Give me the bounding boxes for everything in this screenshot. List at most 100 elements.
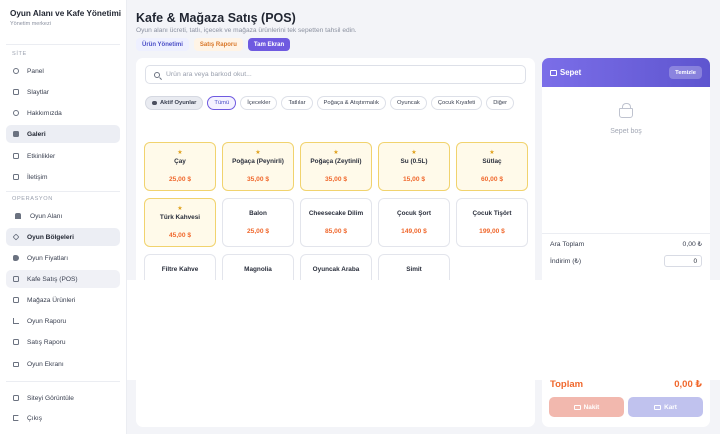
sidebar-item-contact[interactable]: İletişim (6, 168, 120, 186)
total-label: Toplam (550, 379, 584, 390)
discount-row: İndirim (₺) (550, 255, 702, 267)
category-chip-kids-clothing[interactable]: Çocuk Kıyafeti (430, 96, 483, 110)
sidebar-item-slides[interactable]: Slaytlar (6, 83, 120, 101)
product-card[interactable]: ★ Sütlaç 60,00 $ (456, 142, 528, 191)
tab-sales-report[interactable]: Satış Raporu (193, 38, 243, 51)
product-price: 25,00 $ (247, 228, 269, 235)
sidebar-item-play-prices[interactable]: Oyun Fiyatları (6, 249, 120, 267)
cart-divider (542, 233, 710, 234)
sidebar-item-label: Kafe Satış (POS) (27, 275, 78, 283)
pos-icon (13, 276, 19, 282)
sidebar-item-label: Oyun Raporu (27, 317, 67, 325)
sidebar-divider (6, 381, 120, 382)
sidebar-item-play-report[interactable]: Oyun Raporu (6, 312, 120, 330)
sidebar-item-view-site[interactable]: Siteyi Görüntüle (6, 389, 120, 407)
product-card[interactable]: Balon 25,00 $ (222, 198, 294, 247)
sidebar-item-events[interactable]: Etkinlikler (6, 147, 120, 165)
category-chip-all[interactable]: Tümü (207, 96, 237, 110)
discount-input[interactable] (664, 255, 702, 267)
sidebar-item-store-products[interactable]: Mağaza Ürünleri (6, 291, 120, 309)
mail-icon (13, 174, 19, 180)
sidebar-item-cafe-pos[interactable]: Kafe Satış (POS) (6, 270, 120, 288)
sidebar-item-gallery[interactable]: Galeri (6, 125, 120, 143)
product-price: 45,00 $ (169, 232, 191, 239)
product-name: Çocuk Tişört (472, 210, 512, 217)
external-link-icon (13, 395, 19, 401)
category-chip-other[interactable]: Diğer (486, 96, 515, 110)
product-card[interactable]: Çocuk Tişört 199,00 $ (456, 198, 528, 247)
brand: Oyun Alanı ve Kafe Yönetimi Yönetim merk… (0, 0, 126, 27)
product-price: 149,00 $ (401, 228, 427, 235)
tab-product-management[interactable]: Ürün Yönetimi (136, 38, 189, 51)
product-name: Poğaça (Peynirli) (232, 158, 284, 165)
dashboard-icon (13, 68, 19, 74)
screen-icon (13, 361, 19, 367)
sidebar-item-panel[interactable]: Panel (6, 62, 120, 80)
sidebar-item-about[interactable]: Hakkımızda (6, 104, 120, 122)
search-box[interactable] (145, 65, 526, 84)
sidebar-divider (6, 44, 120, 45)
product-card[interactable]: ★ Türk Kahvesi 45,00 $ (144, 198, 216, 247)
info-icon (13, 110, 19, 116)
product-price: 60,00 $ (481, 176, 503, 183)
sidebar-item-label: Mağaza Ürünleri (27, 296, 76, 304)
sidebar-divider (6, 191, 120, 192)
gallery-icon (13, 131, 19, 137)
chip-label: Aktif Oyunlar (160, 100, 197, 106)
category-chip-snacks[interactable]: Poğaça & Atıştırmalık (316, 96, 386, 110)
sidebar-item-label: Çıkış (27, 414, 43, 422)
subtotal-label: Ara Toplam (550, 240, 585, 248)
category-chip-toys[interactable]: Oyuncak (389, 96, 427, 110)
card-pay-button[interactable]: Kart (628, 397, 703, 417)
category-chips: Aktif Oyunlar Tümü İçecekler Tatlılar Po… (145, 96, 530, 110)
product-card[interactable]: ★ Su (0.5L) 15,00 $ (378, 142, 450, 191)
search-icon (154, 71, 160, 78)
product-name: Magnolia (244, 266, 272, 273)
product-card[interactable]: Çocuk Şort 149,00 $ (378, 198, 450, 247)
clear-cart-button[interactable]: Temizle (669, 66, 702, 79)
category-chip-drinks[interactable]: İçecekler (240, 96, 278, 110)
sidebar-item-logout[interactable]: Çıkış (6, 409, 120, 427)
sidebar-item-play-area[interactable]: Oyun Alanı (6, 207, 120, 225)
product-name: Çocuk Şort (396, 210, 432, 217)
product-name: Su (0.5L) (400, 158, 428, 165)
sidebar-item-label: Etkinlikler (27, 152, 56, 160)
favorite-star-icon: ★ (411, 150, 417, 156)
page-title: Kafe & Mağaza Satış (POS) (136, 11, 296, 25)
cart-header: Sepet Temizle (542, 58, 710, 87)
cash-pay-button[interactable]: Nakit (549, 397, 624, 417)
favorite-star-icon: ★ (177, 150, 183, 156)
product-card[interactable]: ★ Poğaça (Peynirli) 35,00 $ (222, 142, 294, 191)
product-price: 35,00 $ (247, 176, 269, 183)
category-chip-active-games[interactable]: Aktif Oyunlar (145, 96, 204, 110)
product-card[interactable]: Cheesecake Dilim 85,00 $ (300, 198, 372, 247)
cart-title: Sepet (560, 68, 582, 77)
total-value: 0,00 ₺ (674, 379, 702, 390)
logout-icon (13, 415, 19, 421)
search-input[interactable] (166, 71, 506, 78)
sidebar-item-play-screen[interactable]: Oyun Ekranı (6, 355, 120, 373)
favorite-star-icon: ★ (489, 150, 495, 156)
subtotal-row: Ara Toplam 0,00 ₺ (550, 240, 702, 249)
product-name: Oyuncak Araba (312, 266, 360, 273)
sidebar-item-label: Hakkımızda (27, 109, 62, 117)
tab-full-screen[interactable]: Tam Ekran (247, 38, 291, 51)
product-name: Cheesecake Dilim (308, 210, 364, 217)
sidebar-item-label: Satış Raporu (27, 338, 66, 346)
product-name: Simit (406, 266, 422, 273)
product-card[interactable]: ★ Poğaça (Zeytinli) 35,00 $ (300, 142, 372, 191)
cash-icon (573, 404, 581, 410)
cash-label: Nakit (583, 403, 600, 411)
product-card[interactable]: ★ Çay 25,00 $ (144, 142, 216, 191)
chart-icon (13, 318, 19, 324)
sidebar-item-label: Oyun Ekranı (27, 360, 64, 368)
category-chip-desserts[interactable]: Tatlılar (281, 96, 313, 110)
store-icon (13, 297, 19, 303)
gamepad-icon (152, 101, 157, 105)
subtotal-value: 0,00 ₺ (682, 241, 702, 248)
sidebar-item-label: Oyun Fiyatları (27, 254, 69, 262)
total-row: Toplam 0,00 ₺ (550, 379, 702, 390)
sidebar-item-play-zones[interactable]: Oyun Bölgeleri (6, 228, 120, 246)
sidebar-item-label: Oyun Bölgeleri (27, 233, 74, 241)
sidebar-item-sales-report[interactable]: Satış Raporu (6, 333, 120, 351)
